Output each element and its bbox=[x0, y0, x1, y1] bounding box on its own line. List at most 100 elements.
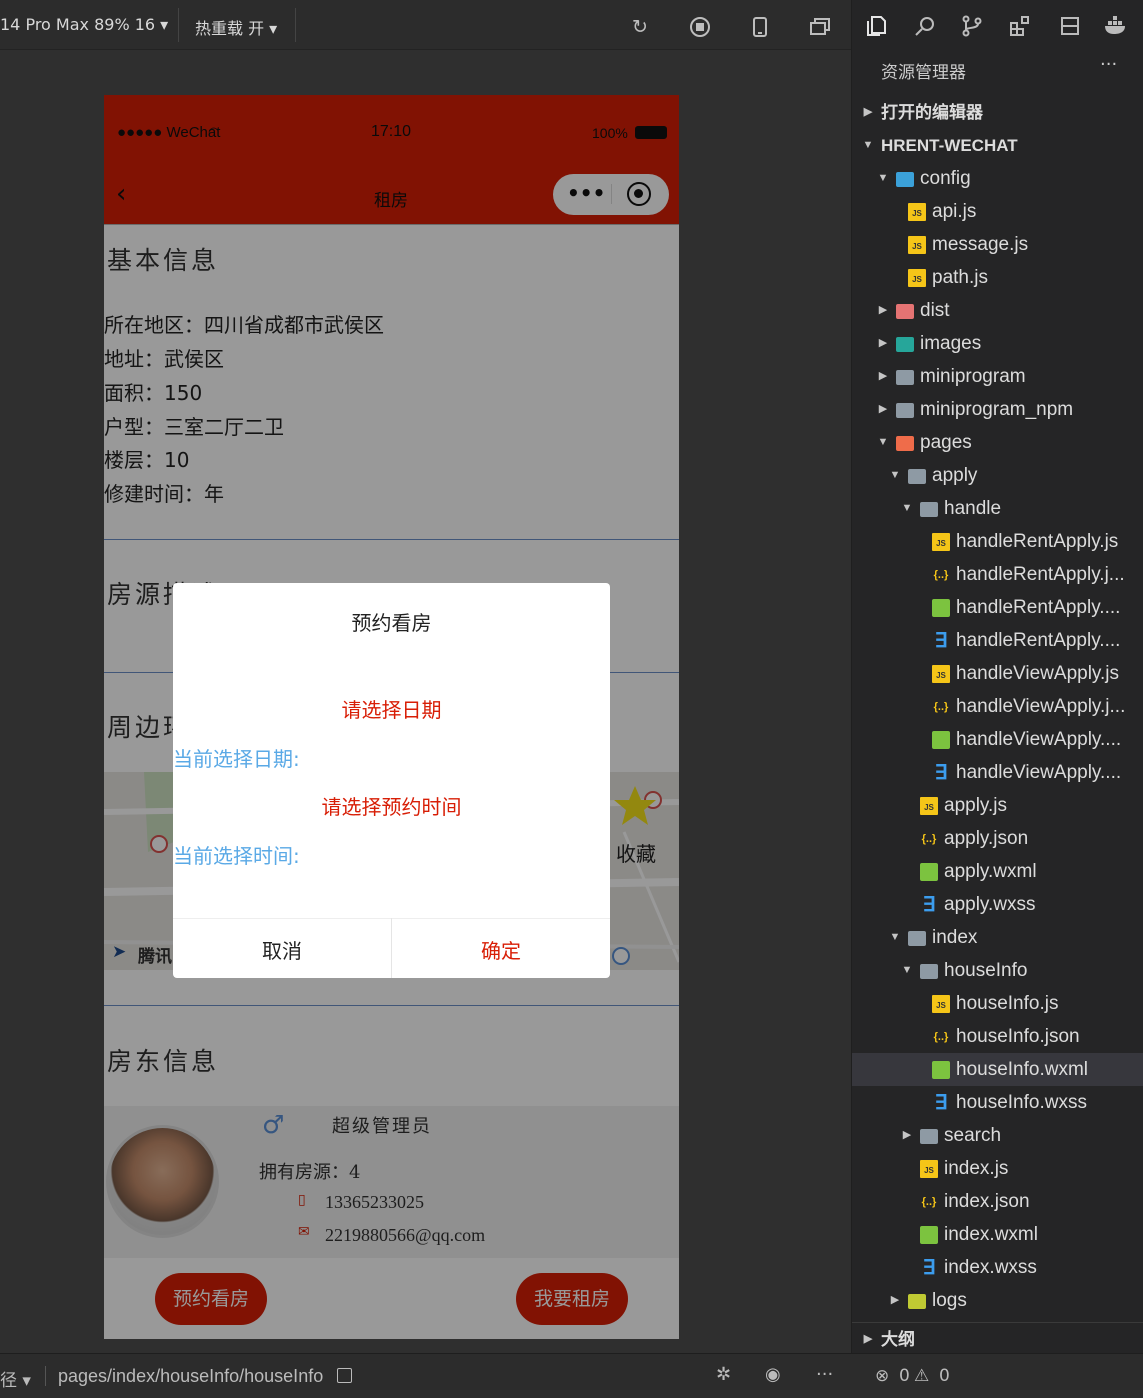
js-file-icon: JS bbox=[920, 797, 938, 815]
file-item[interactable]: JS handleRentApply.js bbox=[852, 525, 1143, 558]
folder-open-icon bbox=[896, 436, 914, 451]
tree-item-label: logs bbox=[932, 1290, 967, 1311]
tree-item-label: index.wxss bbox=[944, 1257, 1037, 1278]
folder-item[interactable]: ▼ houseInfo bbox=[852, 954, 1143, 987]
chevron-right-icon: ▶ bbox=[878, 403, 888, 415]
wxss-file-icon: ∃ bbox=[934, 762, 948, 784]
device-selector[interactable]: 14 Pro Max 89% 16 ▾ bbox=[0, 15, 168, 34]
file-item[interactable]: ∃ houseInfo.wxss bbox=[852, 1086, 1143, 1119]
open-editors-header[interactable]: ▶ 打开的编辑器 bbox=[852, 96, 1143, 129]
explorer-more-icon[interactable]: ··· bbox=[1100, 54, 1117, 75]
json-file-icon: {..} bbox=[921, 833, 937, 845]
folder-item[interactable]: ▶ miniprogram_npm bbox=[852, 393, 1143, 426]
folder-item[interactable]: ▶ dist bbox=[852, 294, 1143, 327]
file-item[interactable]: {..} houseInfo.json bbox=[852, 1020, 1143, 1053]
storage-icon[interactable] bbox=[1056, 14, 1084, 42]
extensions-icon[interactable] bbox=[1006, 14, 1034, 42]
tree-item-label: houseInfo.js bbox=[956, 993, 1059, 1014]
chevron-right-icon: ▶ bbox=[890, 1294, 900, 1306]
date-picker[interactable]: 请选择日期 bbox=[173, 694, 610, 723]
tree-item-label: apply bbox=[932, 465, 978, 486]
js-file-icon: JS bbox=[908, 203, 926, 221]
file-item[interactable]: apply.wxml bbox=[852, 855, 1143, 888]
file-item[interactable]: JS handleViewApply.js bbox=[852, 657, 1143, 690]
tree-item-label: miniprogram bbox=[920, 366, 1026, 387]
path-dropdown[interactable]: 径 ▾ bbox=[0, 1366, 31, 1391]
eye-icon[interactable]: ◉ bbox=[765, 1364, 781, 1385]
file-item[interactable]: {..} handleViewApply.j... bbox=[852, 690, 1143, 723]
folder-item[interactable]: ▼ apply bbox=[852, 459, 1143, 492]
files-icon[interactable] bbox=[862, 14, 890, 42]
file-item[interactable]: JS message.js bbox=[852, 228, 1143, 261]
file-item[interactable]: {..} handleRentApply.j... bbox=[852, 558, 1143, 591]
folder-item[interactable]: ▶ images bbox=[852, 327, 1143, 360]
error-count[interactable]: 0 bbox=[899, 1366, 910, 1386]
window-icon[interactable] bbox=[809, 16, 831, 38]
json-file-icon: {..} bbox=[933, 569, 949, 581]
file-item[interactable]: ∃ index.wxss bbox=[852, 1251, 1143, 1284]
refresh-icon[interactable]: ↻ bbox=[629, 16, 651, 38]
file-item[interactable]: {..} index.json bbox=[852, 1185, 1143, 1218]
json-file-icon: {..} bbox=[921, 1196, 937, 1208]
docker-icon[interactable] bbox=[1102, 14, 1130, 42]
phone-icon[interactable] bbox=[749, 16, 771, 38]
file-item-selected[interactable]: houseInfo.wxml bbox=[852, 1053, 1143, 1086]
project-header[interactable]: ▼ HRENT-WECHAT bbox=[852, 129, 1143, 162]
wxss-file-icon: ∃ bbox=[922, 894, 936, 916]
tree-item-label: houseInfo.wxml bbox=[956, 1059, 1089, 1080]
toolbar-divider bbox=[295, 8, 296, 42]
file-item[interactable]: JS apply.js bbox=[852, 789, 1143, 822]
chevron-right-icon: ▶ bbox=[878, 304, 888, 316]
folder-item[interactable]: ▼ handle bbox=[852, 492, 1143, 525]
search-icon[interactable] bbox=[911, 14, 939, 42]
tree-item-label: message.js bbox=[932, 234, 1029, 255]
file-item[interactable]: index.wxml bbox=[852, 1218, 1143, 1251]
chevron-down-icon: ▼ bbox=[901, 502, 913, 514]
chevron-down-icon: ▼ bbox=[877, 436, 889, 448]
file-item[interactable]: ∃ handleRentApply.... bbox=[852, 624, 1143, 657]
folder-item[interactable]: ▼ index bbox=[852, 921, 1143, 954]
wxml-file-icon bbox=[932, 599, 950, 617]
confirm-button[interactable]: 确定 bbox=[392, 935, 610, 964]
stop-icon[interactable] bbox=[689, 16, 711, 38]
tree-item-label: apply.json bbox=[944, 828, 1029, 849]
tree-item-label: index.wxml bbox=[944, 1224, 1038, 1245]
file-item[interactable]: JS houseInfo.js bbox=[852, 987, 1143, 1020]
outline-header[interactable]: ▶ 大纲 bbox=[852, 1322, 1143, 1355]
error-icon[interactable]: ⊗ bbox=[875, 1366, 889, 1386]
file-item[interactable]: ∃ apply.wxss bbox=[852, 888, 1143, 921]
tree-item-label: apply.wxss bbox=[944, 894, 1036, 915]
time-picker[interactable]: 请选择预约时间 bbox=[173, 791, 610, 820]
folder-item[interactable]: ▶ logs bbox=[852, 1284, 1143, 1317]
debug-icon[interactable]: ✲ bbox=[716, 1364, 731, 1385]
cancel-button[interactable]: 取消 bbox=[173, 935, 391, 964]
copy-icon[interactable] bbox=[337, 1368, 352, 1383]
folder-item[interactable]: ▼ config bbox=[852, 162, 1143, 195]
chevron-down-icon: ▼ bbox=[889, 931, 901, 943]
file-item[interactable]: {..} apply.json bbox=[852, 822, 1143, 855]
file-item[interactable]: handleViewApply.... bbox=[852, 723, 1143, 756]
tree-item-label: index bbox=[932, 927, 978, 948]
warning-count[interactable]: 0 bbox=[939, 1366, 950, 1386]
file-item[interactable]: JS index.js bbox=[852, 1152, 1143, 1185]
more-icon[interactable]: ··· bbox=[816, 1364, 833, 1385]
booking-modal: 预约看房 请选择日期 当前选择日期: 请选择预约时间 当前选择时间: 取消 确定 bbox=[173, 583, 610, 978]
js-file-icon: JS bbox=[932, 995, 950, 1013]
folder-item[interactable]: ▶ miniprogram bbox=[852, 360, 1143, 393]
folder-open-icon bbox=[920, 502, 938, 517]
file-item[interactable]: JS path.js bbox=[852, 261, 1143, 294]
toolbar-divider bbox=[178, 8, 179, 42]
chevron-right-icon: ▶ bbox=[863, 106, 873, 118]
folder-open-icon bbox=[920, 964, 938, 979]
source-control-icon[interactable] bbox=[958, 14, 986, 42]
file-item[interactable]: JS api.js bbox=[852, 195, 1143, 228]
tree-item-label: index.js bbox=[944, 1158, 1009, 1179]
hot-reload-toggle[interactable]: 热重载 开 ▾ bbox=[195, 15, 277, 39]
tree-item-label: houseInfo bbox=[944, 960, 1028, 981]
file-item[interactable]: ∃ handleViewApply.... bbox=[852, 756, 1143, 789]
warning-icon[interactable]: ⚠ bbox=[914, 1366, 929, 1386]
folder-item[interactable]: ▼ pages bbox=[852, 426, 1143, 459]
file-item[interactable]: handleRentApply.... bbox=[852, 591, 1143, 624]
folder-item[interactable]: ▶ search bbox=[852, 1119, 1143, 1152]
explorer-panel: 资源管理器 ··· ▶ 打开的编辑器 ▼ HRENT-WECHAT ▼ confi… bbox=[851, 0, 1143, 1353]
